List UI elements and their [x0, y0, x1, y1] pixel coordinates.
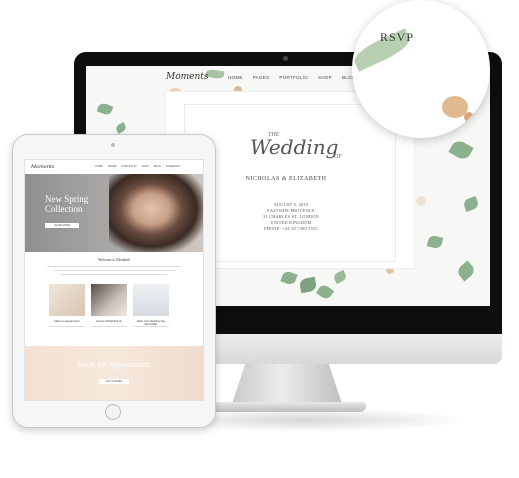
leaf-decoration: [448, 138, 474, 162]
flower-decoration: [464, 112, 474, 122]
tablet-nav-home[interactable]: HOME: [95, 165, 103, 168]
invitation-details: AUGUST 5, 2016 EASTSIDE PROVENCE 31 CHAR…: [206, 202, 376, 232]
tile-image-appointment[interactable]: [49, 284, 85, 316]
flower-decoration: [416, 196, 426, 206]
monitor-foot: [210, 402, 366, 412]
appointment-button[interactable]: GET STARTED: [99, 379, 129, 384]
tablet-logo[interactable]: Moments: [31, 164, 55, 170]
leaf-decoration: [462, 195, 480, 213]
tablet-screen: Moments HOME PAGES PORTFOLIO SHOP BLOG E…: [24, 159, 204, 401]
webcam-icon: [283, 56, 288, 61]
tablet-nav-shop[interactable]: SHOP: [141, 165, 148, 168]
magnifier-loupe: [352, 0, 490, 138]
tablet-nav-elements[interactable]: ELEMENTS: [166, 165, 180, 168]
hero-title-line2: Collection: [45, 204, 83, 214]
leaf-decoration: [114, 122, 128, 134]
tile-image-memorable[interactable]: [133, 284, 169, 316]
home-button[interactable]: [105, 404, 121, 420]
rsvp-label[interactable]: RSVP: [380, 30, 414, 45]
leaf-decoration: [332, 269, 348, 285]
nav-item-home[interactable]: HOME: [228, 75, 243, 80]
welcome-paragraph: [47, 264, 181, 280]
tablet-nav-portfolio[interactable]: PORTFOLIO: [122, 165, 137, 168]
tablet-header: Moments HOME PAGES PORTFOLIO SHOP BLOG E…: [25, 160, 203, 174]
welcome-heading: Welcome to Elizabeth: [98, 258, 130, 262]
nav-item-shop[interactable]: SHOP: [318, 75, 332, 80]
invitation-of: OF: [334, 154, 342, 160]
hero-model-image: [109, 174, 203, 252]
leaf-decoration: [315, 283, 335, 301]
leaf-decoration: [426, 234, 444, 250]
tablet-nav-blog[interactable]: BLOG: [154, 165, 161, 168]
leaf-decoration: [280, 269, 298, 287]
tablet-nav-menu: HOME PAGES PORTFOLIO SHOP BLOG ELEMENTS: [95, 165, 180, 168]
leaf-decoration: [455, 260, 477, 282]
hero-learn-more-button[interactable]: LEARN MORE: [45, 223, 79, 228]
nav-item-portfolio[interactable]: PORTFOLIO: [279, 75, 308, 80]
hero-title-line1: New Spring: [45, 194, 89, 204]
invitation-title: Wedding: [250, 135, 339, 159]
leaf-decoration: [298, 276, 318, 294]
leaf-decoration: [96, 101, 114, 117]
event-phone: PHONE: +44 20 7300 5555: [264, 226, 318, 231]
couple-names: NICHOLAS & ELIZABETH: [245, 176, 327, 182]
tablet-camera-icon: [111, 143, 115, 147]
appointment-title: Book An Appointment: [77, 360, 151, 369]
tile-image-brands[interactable]: [91, 284, 127, 316]
tablet-nav-pages[interactable]: PAGES: [108, 165, 117, 168]
monitor-stand: [232, 364, 342, 404]
nav-item-pages[interactable]: PAGES: [253, 75, 270, 80]
tile-label-brands[interactable]: Famous Bridal Brands: [89, 320, 129, 323]
site-logo[interactable]: Moments: [166, 72, 209, 82]
hero-title: New Spring Collection: [45, 194, 88, 214]
appointment-banner: [25, 346, 203, 400]
tile-label-appointment[interactable]: Make an appointment: [47, 320, 87, 323]
